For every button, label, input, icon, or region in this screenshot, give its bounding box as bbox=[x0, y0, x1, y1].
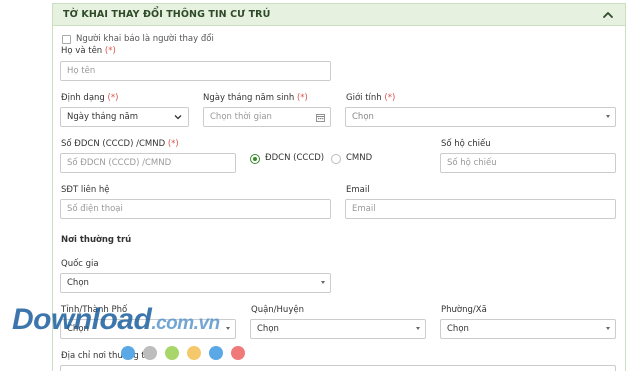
passport-input[interactable]: Số hộ chiếu bbox=[440, 153, 616, 173]
download-watermark-logo: Download.com.vn bbox=[12, 303, 220, 337]
id-format-label-text: Định dạng bbox=[61, 93, 105, 103]
country-value: Chọn bbox=[67, 278, 89, 288]
passport-label: Số hộ chiếu bbox=[441, 139, 491, 149]
full-name-input[interactable]: Họ tên bbox=[60, 61, 331, 81]
required-marker: (*) bbox=[296, 93, 308, 103]
declarer-is-changer-checkbox[interactable] bbox=[62, 35, 71, 44]
phone-placeholder: Số điện thoại bbox=[67, 204, 123, 214]
id-type-cmnd-label: CMND bbox=[346, 153, 373, 163]
id-format-select[interactable]: Ngày tháng năm bbox=[60, 107, 189, 127]
caret-down-icon bbox=[321, 281, 325, 284]
gender-select[interactable]: Chọn bbox=[345, 107, 616, 127]
ward-label: Phường/Xã bbox=[441, 305, 487, 315]
ward-value: Chọn bbox=[447, 324, 469, 334]
gender-value: Chọn bbox=[352, 112, 374, 122]
gender-label-text: Giới tính bbox=[346, 93, 382, 103]
birth-date-input[interactable]: Chọn thời gian bbox=[203, 107, 331, 127]
address-input[interactable] bbox=[60, 365, 616, 371]
caret-down-icon bbox=[416, 327, 420, 330]
watermark-dot bbox=[165, 346, 179, 360]
birth-date-placeholder: Chọn thời gian bbox=[210, 112, 272, 122]
district-value: Chọn bbox=[257, 324, 279, 334]
phone-input[interactable]: Số điện thoại bbox=[60, 199, 331, 219]
birth-date-label-text: Ngày tháng năm sinh bbox=[203, 93, 295, 103]
caret-down-icon bbox=[226, 327, 230, 330]
chevron-up-icon[interactable] bbox=[601, 8, 615, 22]
district-label: Quận/Huyện bbox=[251, 305, 304, 315]
declarer-checkbox-label: Người khai báo là người thay đổi bbox=[76, 34, 214, 44]
full-name-label-text: Họ và tên bbox=[61, 46, 103, 56]
full-name-label: Họ và tên (*) bbox=[61, 46, 116, 56]
required-marker: (*) bbox=[107, 93, 119, 103]
watermark-suffix-text: .com.vn bbox=[151, 313, 220, 334]
required-marker: (*) bbox=[167, 139, 179, 149]
required-marker: (*) bbox=[384, 93, 396, 103]
id-type-radio-cccd[interactable] bbox=[250, 154, 260, 164]
required-marker: (*) bbox=[104, 46, 116, 56]
form-title: TỜ KHAI THAY ĐỔI THÔNG TIN CƯ TRÚ bbox=[63, 9, 271, 20]
country-select[interactable]: Chọn bbox=[60, 273, 331, 293]
caret-down-icon bbox=[606, 327, 610, 330]
id-number-label: Số ĐDCN (CCCD) /CMND (*) bbox=[61, 139, 179, 149]
ward-select[interactable]: Chọn bbox=[440, 319, 616, 339]
permanent-residence-heading: Nơi thường trú bbox=[61, 235, 132, 245]
watermark-dot bbox=[121, 346, 135, 360]
id-format-value: Ngày tháng năm bbox=[67, 112, 138, 122]
watermark-dot bbox=[187, 346, 201, 360]
watermark-main-text: Download bbox=[12, 303, 152, 336]
id-number-placeholder: Số ĐDCN (CCCD) /CMND bbox=[67, 158, 172, 168]
passport-placeholder: Số hộ chiếu bbox=[447, 158, 497, 168]
district-select[interactable]: Chọn bbox=[250, 319, 426, 339]
watermark-dot bbox=[143, 346, 157, 360]
chevron-down-icon bbox=[174, 115, 182, 120]
address-label: Địa chỉ nơi thường trú bbox=[61, 351, 154, 361]
gender-label: Giới tính (*) bbox=[346, 93, 395, 103]
id-number-label-text: Số ĐDCN (CCCD) /CMND bbox=[61, 139, 166, 149]
id-type-cccd-label: ĐDCN (CCCD) bbox=[265, 153, 325, 163]
email-input[interactable]: Email bbox=[345, 199, 616, 219]
calendar-icon[interactable] bbox=[316, 113, 325, 122]
form-header[interactable]: TỜ KHAI THAY ĐỔI THÔNG TIN CƯ TRÚ bbox=[53, 4, 625, 26]
caret-down-icon bbox=[606, 115, 610, 118]
watermark-dot bbox=[231, 346, 245, 360]
id-format-label: Định dạng (*) bbox=[61, 93, 118, 103]
watermark-dot bbox=[209, 346, 223, 360]
phone-label: SĐT liên hệ bbox=[61, 185, 110, 195]
full-name-placeholder: Họ tên bbox=[67, 66, 96, 76]
id-number-input[interactable]: Số ĐDCN (CCCD) /CMND bbox=[60, 153, 236, 173]
email-placeholder: Email bbox=[352, 204, 376, 214]
country-label: Quốc gia bbox=[61, 259, 99, 269]
birth-date-label: Ngày tháng năm sinh (*) bbox=[203, 93, 308, 103]
email-label: Email bbox=[346, 185, 370, 195]
id-type-radio-cmnd[interactable] bbox=[331, 154, 341, 164]
